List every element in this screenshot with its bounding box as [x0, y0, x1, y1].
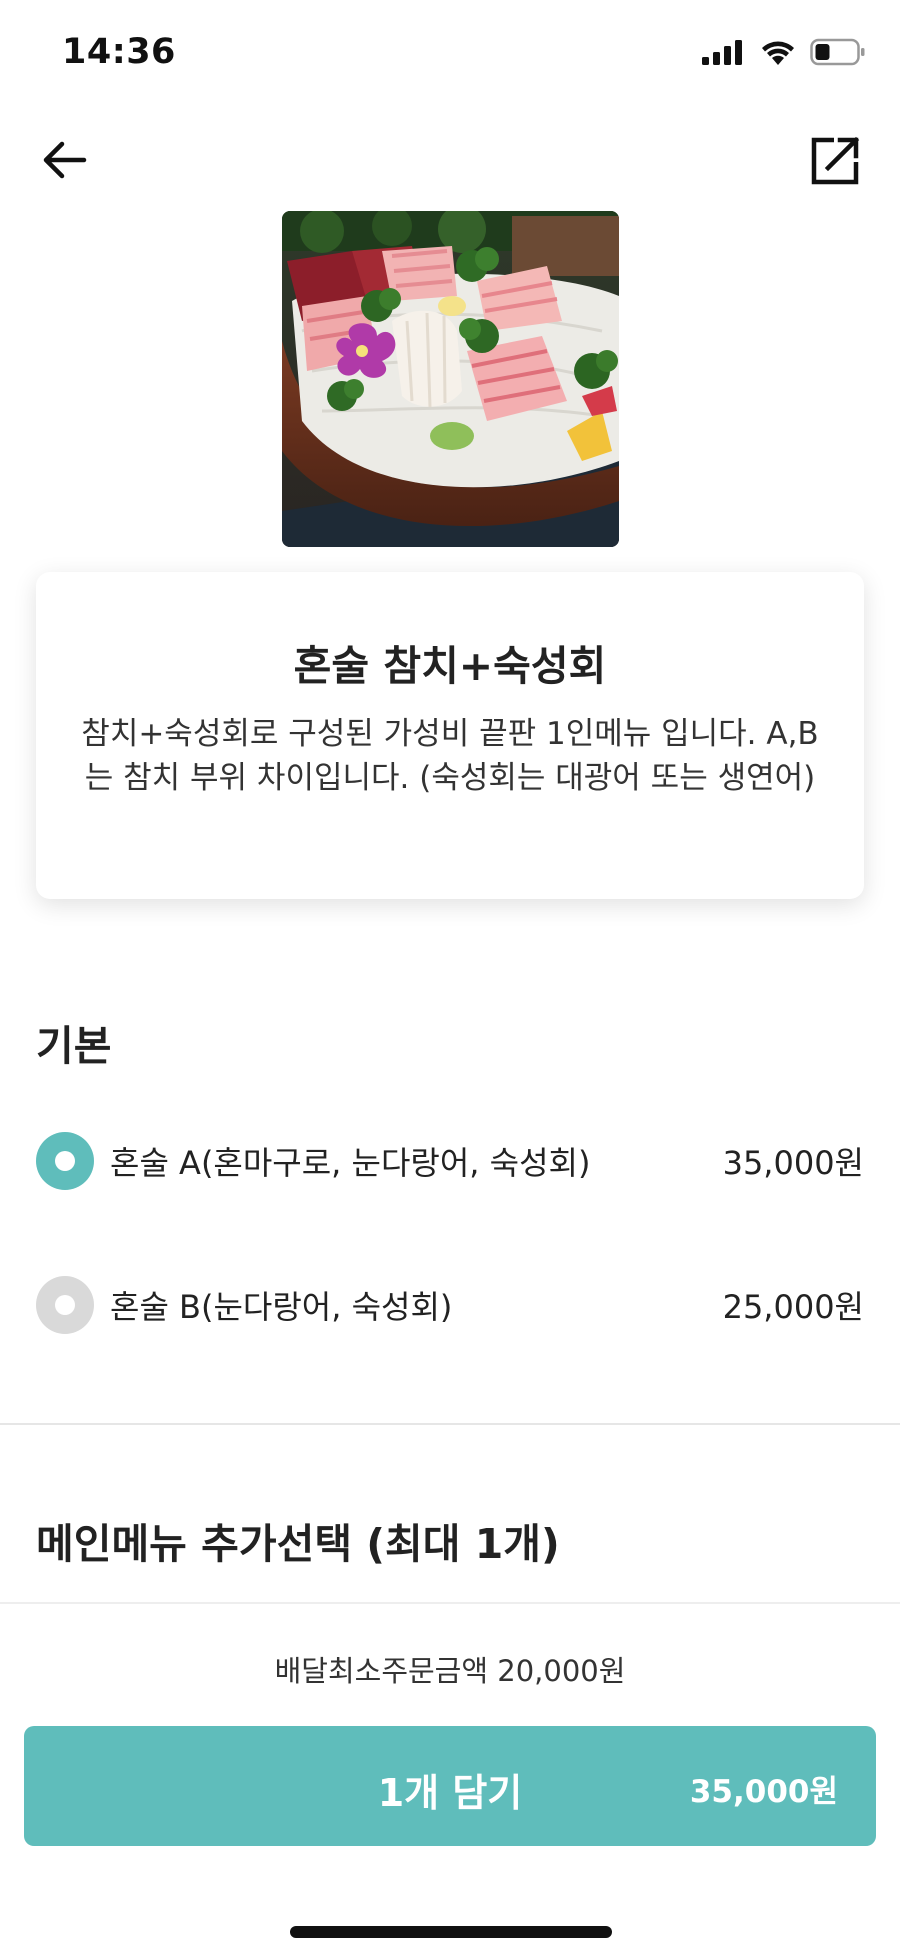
menu-image	[282, 211, 619, 547]
option-label: 혼술 B(눈다랑어, 숙성회)	[110, 1288, 453, 1326]
section-title-basic: 기본	[36, 1022, 112, 1070]
min-order-text: 배달최소주문금액 20,000원	[274, 1654, 626, 1688]
status-icons	[702, 38, 866, 66]
menu-title: 혼술 참치+숙성회	[293, 642, 607, 690]
radio-selected-icon[interactable]	[36, 1132, 94, 1190]
menu-description: 참치+숙성회로 구성된 가성비 끝판 1인메뉴 입니다. A,B는 참치 부위 …	[81, 716, 819, 796]
add-to-cart-button[interactable]: 1개 담기 35,000원	[24, 1726, 876, 1846]
option-row-b[interactable]: 혼술 B(눈다랑어, 숙성회) 25,000원	[36, 1265, 864, 1345]
battery-icon	[810, 38, 865, 66]
back-button[interactable]	[36, 130, 96, 190]
arrow-left-icon	[43, 141, 87, 179]
cellular-signal-icon	[702, 40, 742, 65]
section-title-extra: 메인메뉴 추가선택 (최대 1개)	[36, 1520, 560, 1568]
section-divider	[0, 1423, 900, 1425]
bottom-panel: 배달최소주문금액 20,000원 1개 담기 35,000원	[0, 1602, 900, 1949]
option-price: 35,000원	[722, 1144, 864, 1182]
menu-info-card: 혼술 참치+숙성회 참치+숙성회로 구성된 가성비 끝판 1인메뉴 입니다. A…	[36, 572, 864, 899]
option-label: 혼술 A(혼마구로, 눈다랑어, 숙성회)	[110, 1144, 591, 1182]
nav-bar	[0, 120, 900, 200]
option-row-a[interactable]: 혼술 A(혼마구로, 눈다랑어, 숙성회) 35,000원	[36, 1121, 864, 1201]
status-bar: 14:36	[0, 0, 900, 110]
option-price: 25,000원	[722, 1288, 864, 1326]
home-indicator	[290, 1926, 612, 1938]
radio-unselected-icon[interactable]	[36, 1276, 94, 1334]
status-time: 14:36	[62, 32, 176, 72]
cart-button-price: 35,000원	[689, 1774, 838, 1810]
share-icon	[811, 136, 860, 185]
wifi-icon	[762, 41, 794, 65]
share-button[interactable]	[804, 130, 864, 190]
